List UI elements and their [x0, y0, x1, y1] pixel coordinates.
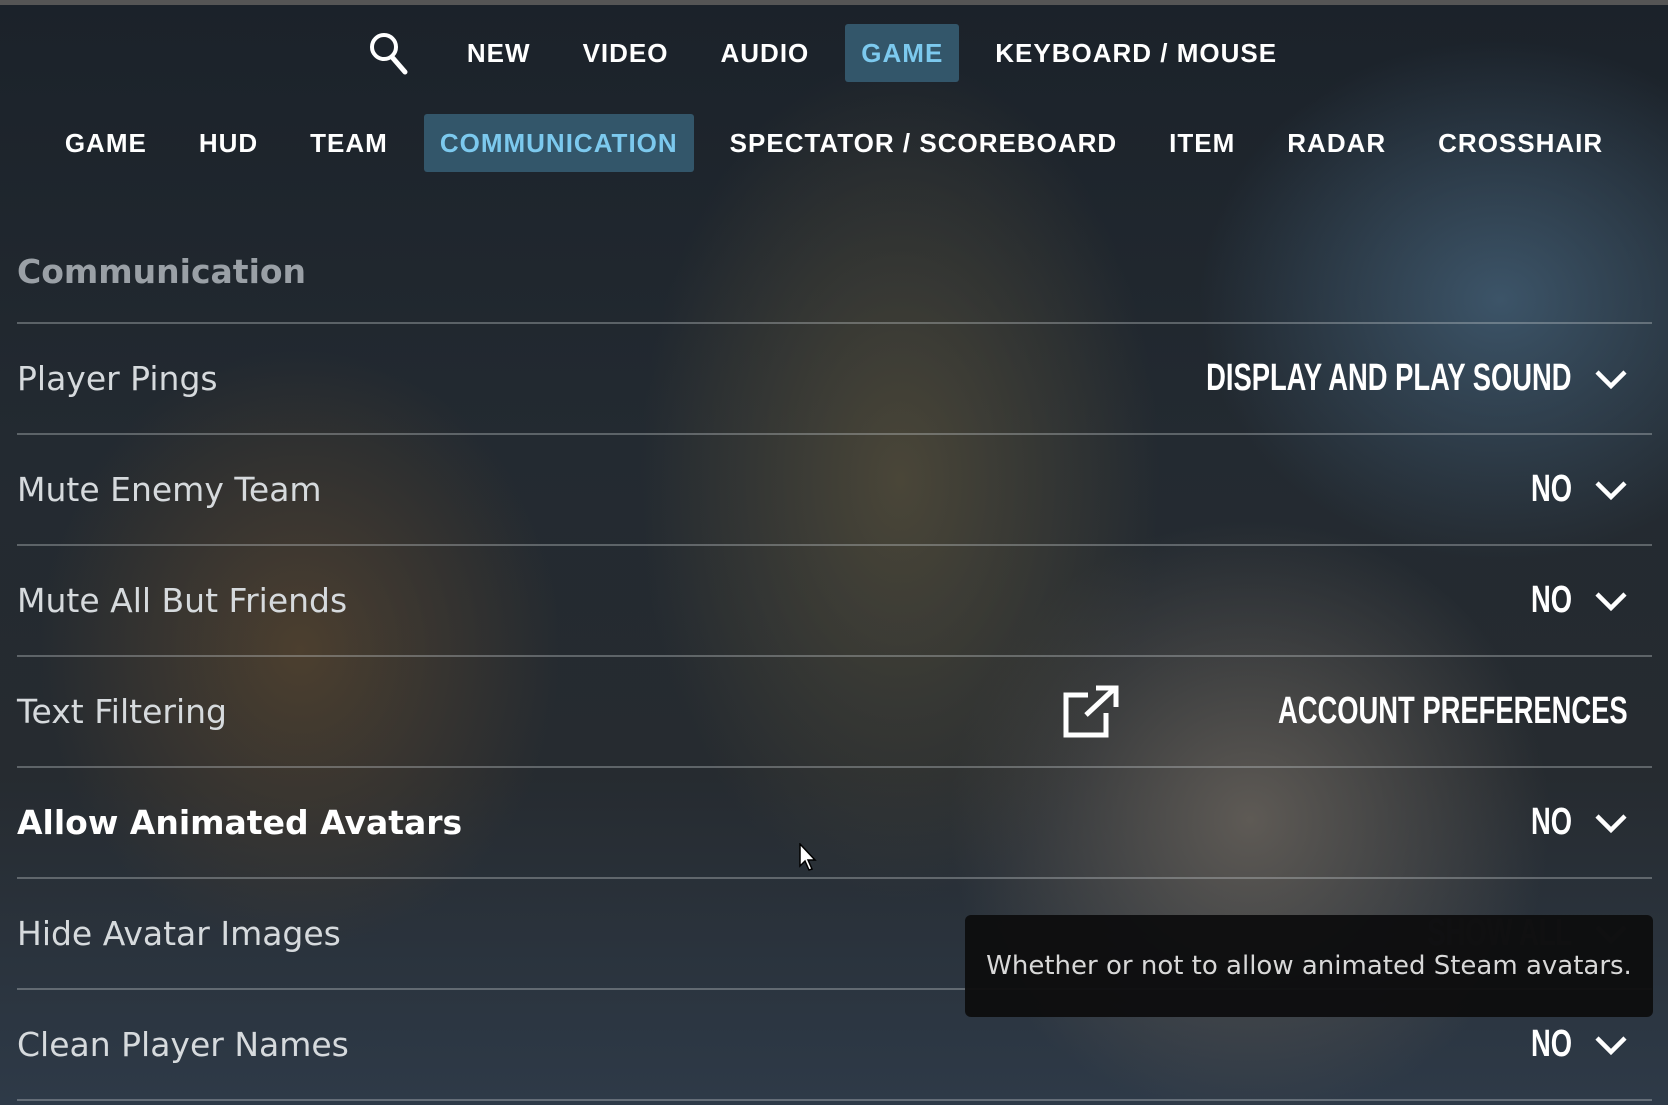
tab-keyboard-mouse[interactable]: KEYBOARD / MOUSE	[969, 24, 1303, 82]
subtab-item[interactable]: ITEM	[1143, 114, 1261, 172]
setting-label: Text Filtering	[17, 692, 227, 731]
setting-row: Mute Enemy Team NO	[17, 433, 1652, 544]
setting-row: Allow Animated Avatars NO	[17, 766, 1652, 877]
subtab-radar[interactable]: RADAR	[1261, 114, 1412, 172]
setting-value: NO	[1530, 1023, 1572, 1065]
subtab-game[interactable]: GAME	[39, 114, 173, 172]
section-title: Communication	[17, 252, 307, 291]
setting-label: Mute All But Friends	[17, 581, 348, 620]
setting-value: NO	[1530, 579, 1572, 621]
setting-label: Hide Avatar Images	[17, 914, 341, 953]
chevron-down-icon	[1595, 369, 1627, 389]
subtab-spectator-scoreboard[interactable]: SPECTATOR / SCOREBOARD	[704, 114, 1143, 172]
setting-value: ACCOUNT PREFERENCES	[1278, 690, 1628, 732]
chevron-down-icon	[1595, 1035, 1627, 1055]
account-preferences-link[interactable]: ACCOUNT PREFERENCES	[1062, 685, 1628, 739]
setting-label: Clean Player Names	[17, 1025, 349, 1064]
setting-value: NO	[1530, 468, 1572, 510]
setting-dropdown[interactable]: NO	[1515, 468, 1628, 511]
top-strip	[0, 0, 1668, 5]
setting-label: Allow Animated Avatars	[17, 803, 463, 842]
setting-row: Mute All But Friends NO	[17, 544, 1652, 655]
chevron-down-icon	[1595, 813, 1627, 833]
setting-dropdown[interactable]: NO	[1515, 1023, 1628, 1066]
subtab-team[interactable]: TEAM	[284, 114, 414, 172]
tab-video[interactable]: VIDEO	[557, 24, 695, 82]
tooltip: Whether or not to allow animated Steam a…	[965, 915, 1653, 1017]
external-link-icon	[1063, 685, 1119, 737]
tab-audio[interactable]: AUDIO	[695, 24, 836, 82]
setting-label: Mute Enemy Team	[17, 470, 322, 509]
search-button[interactable]	[365, 30, 411, 76]
subtab-crosshair[interactable]: CROSSHAIR	[1412, 114, 1629, 172]
sub-nav: GAME HUD TEAM COMMUNICATION SPECTATOR / …	[0, 114, 1668, 172]
setting-dropdown[interactable]: NO	[1515, 801, 1628, 844]
chevron-down-icon	[1595, 591, 1627, 611]
top-nav: NEW VIDEO AUDIO GAME KEYBOARD / MOUSE	[0, 24, 1668, 82]
tab-new[interactable]: NEW	[441, 24, 557, 82]
setting-value: NO	[1530, 801, 1572, 843]
tab-game[interactable]: GAME	[845, 24, 960, 82]
setting-dropdown[interactable]: NO	[1515, 579, 1628, 622]
setting-label: Player Pings	[17, 359, 218, 398]
subtab-hud[interactable]: HUD	[173, 114, 284, 172]
setting-row: Player Pings DISPLAY AND PLAY SOUND	[17, 322, 1652, 433]
divider	[17, 1099, 1652, 1101]
chevron-down-icon	[1595, 480, 1627, 500]
setting-row: Text Filtering ACCOUNT PREFERENCES	[17, 655, 1652, 766]
setting-value: DISPLAY AND PLAY SOUND	[1206, 357, 1572, 399]
subtab-communication[interactable]: COMMUNICATION	[423, 114, 694, 172]
setting-dropdown[interactable]: DISPLAY AND PLAY SOUND	[1064, 357, 1628, 400]
search-icon	[369, 33, 408, 75]
mouse-cursor-icon	[799, 843, 817, 871]
